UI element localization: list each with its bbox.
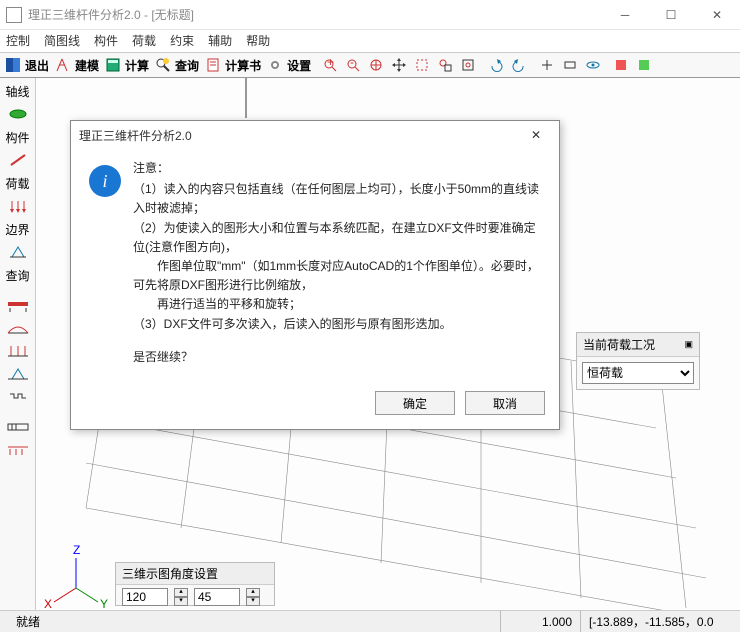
menu-member[interactable]: 构件: [94, 32, 118, 50]
toolbar: 退出 建模 计算 查询 计算书 设置 + -: [0, 52, 740, 78]
sidebar-load-icon[interactable]: [2, 195, 34, 217]
calc-button[interactable]: [102, 54, 124, 76]
zoom-prev-icon[interactable]: [434, 54, 456, 76]
redraw-icon[interactable]: [457, 54, 479, 76]
sidebar-axis-icon[interactable]: [2, 103, 34, 125]
angle-1-spinner[interactable]: ▴▾: [174, 588, 188, 606]
model-label: 建模: [75, 57, 99, 74]
svg-text:-: -: [350, 58, 354, 69]
svg-text:Z: Z: [73, 543, 80, 557]
sidebar-tool1-icon[interactable]: [2, 294, 34, 316]
menu-control[interactable]: 控制: [6, 32, 30, 50]
zoom-out-icon[interactable]: -: [342, 54, 364, 76]
sidebar-tool4-icon[interactable]: [2, 363, 34, 385]
query-label: 查询: [175, 57, 199, 74]
color2-icon[interactable]: [633, 54, 655, 76]
sidebar-member[interactable]: 构件: [2, 126, 34, 148]
svg-text:X: X: [44, 597, 52, 610]
calc2-button[interactable]: [202, 54, 224, 76]
dialog-close-button[interactable]: ✕: [521, 128, 551, 142]
sidebar: 轴线 构件 荷载 边界 查询: [0, 78, 36, 610]
angle-2-input[interactable]: [194, 588, 240, 606]
menu-constraint[interactable]: 约束: [170, 32, 194, 50]
sidebar-query[interactable]: 查询: [2, 264, 34, 286]
status-ready: 就绪: [0, 611, 500, 632]
angle-1-input[interactable]: [122, 588, 168, 606]
status-bar: 就绪 1.000 [-13.889，-11.585，0.0: [0, 610, 740, 632]
zoom-in-icon[interactable]: +: [319, 54, 341, 76]
dialog-message: 注意： （1）读入的内容只包括直线（在任何图层上均可），长度小于50mm的直线读…: [133, 159, 541, 367]
app-icon: [6, 7, 22, 23]
zoom-window-icon[interactable]: [411, 54, 433, 76]
load-case-panel: 当前荷载工况 ▣ 恒荷载: [576, 332, 700, 390]
angle-title: 三维示图角度设置: [116, 563, 274, 585]
menu-bar: 控制 简图线 构件 荷载 约束 辅助 帮助: [0, 30, 740, 52]
exit-button[interactable]: [2, 54, 24, 76]
exit-label: 退出: [25, 57, 49, 74]
calc2-label: 计算书: [225, 57, 261, 74]
settings-label: 设置: [287, 57, 311, 74]
query-button[interactable]: [152, 54, 174, 76]
menu-help[interactable]: 帮助: [246, 32, 270, 50]
maximize-button[interactable]: ☐: [648, 0, 694, 30]
sidebar-load[interactable]: 荷载: [2, 172, 34, 194]
grid-icon[interactable]: [559, 54, 581, 76]
close-button[interactable]: ✕: [694, 0, 740, 30]
sidebar-tool3-icon[interactable]: [2, 340, 34, 362]
menu-line[interactable]: 简图线: [44, 32, 80, 50]
model-button[interactable]: [52, 54, 74, 76]
view-angle-panel: 三维示图角度设置 ▴▾ ▴▾: [115, 562, 275, 606]
angle-2-spinner[interactable]: ▴▾: [246, 588, 260, 606]
status-coord: [-13.889，-11.585，0.0: [580, 611, 740, 632]
minimize-button[interactable]: ─: [602, 0, 648, 30]
sidebar-tool6-icon[interactable]: [2, 416, 34, 438]
menu-aux[interactable]: 辅助: [208, 32, 232, 50]
svg-text:+: +: [327, 58, 334, 69]
settings-button[interactable]: [264, 54, 286, 76]
panel-toggle-icon[interactable]: ▣: [684, 339, 693, 350]
pan-icon[interactable]: [388, 54, 410, 76]
svg-text:Y: Y: [100, 597, 108, 610]
title-bar: 理正三维杆件分析2.0 - [无标题] ─ ☐ ✕: [0, 0, 740, 30]
sidebar-member-icon[interactable]: [2, 149, 34, 171]
eye-icon[interactable]: [582, 54, 604, 76]
snap-icon[interactable]: [536, 54, 558, 76]
sidebar-boundary[interactable]: 边界: [2, 218, 34, 240]
sidebar-tool7-icon[interactable]: [2, 439, 34, 461]
undo-icon[interactable]: [485, 54, 507, 76]
sidebar-boundary-icon[interactable]: [2, 241, 34, 263]
panel-title: 当前荷载工况: [583, 336, 655, 353]
window-title: 理正三维杆件分析2.0 - [无标题]: [28, 6, 602, 23]
dialog-title: 理正三维杆件分析2.0: [79, 127, 192, 144]
cancel-button[interactable]: 取消: [465, 391, 545, 415]
calc-label: 计算: [125, 57, 149, 74]
info-icon: i: [89, 165, 121, 197]
menu-load[interactable]: 荷载: [132, 32, 156, 50]
redo-icon[interactable]: [508, 54, 530, 76]
sidebar-tool5-icon[interactable]: [2, 386, 34, 408]
sidebar-tool2-icon[interactable]: [2, 317, 34, 339]
confirm-dialog: 理正三维杆件分析2.0 ✕ i 注意： （1）读入的内容只包括直线（在任何图层上…: [70, 120, 560, 430]
load-case-select[interactable]: 恒荷载: [582, 362, 694, 384]
sidebar-axis[interactable]: 轴线: [2, 80, 34, 102]
status-scale: 1.000: [500, 611, 580, 632]
color1-icon[interactable]: [610, 54, 632, 76]
ok-button[interactable]: 确定: [375, 391, 455, 415]
zoom-fit-icon[interactable]: [365, 54, 387, 76]
